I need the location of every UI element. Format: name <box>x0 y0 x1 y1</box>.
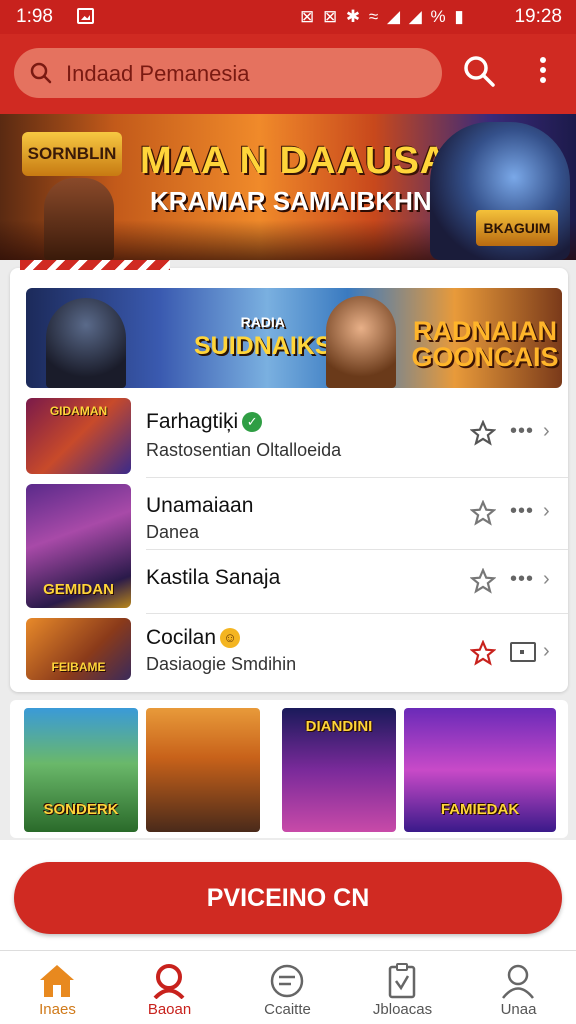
status-bar: 1:98 ⊠ ⊠ ✱ ≈ ◢ ◢ % ▮ 19:28 <box>0 0 576 34</box>
featured-banner[interactable]: RADIA SUIDNAIKS RADNAIAN GOONCAIS <box>26 288 562 388</box>
nav-label: Jbloacas <box>372 1001 433 1018</box>
list-item-subtitle: Rastosentian Oltalloeida <box>146 440 342 460</box>
more-menu-icon[interactable] <box>530 54 556 90</box>
game-tile[interactable]: SONDERK <box>24 708 138 832</box>
game-thumbnail: GIDAMAN <box>26 398 131 474</box>
header-search-icon[interactable] <box>462 54 496 88</box>
game-tile-label: FAMIEDAK <box>440 801 520 818</box>
system-status-icons: ⊠ ⊠ ✱ ≈ ◢ ◢ % ▮ <box>300 7 466 26</box>
game-tile-label: DIANDINI <box>305 718 373 735</box>
featured-card: RADIA SUIDNAIKS RADNAIAN GOONCAIS GIDAMA… <box>10 260 568 692</box>
row-divider <box>146 477 568 478</box>
banner-hero-illustration <box>326 296 396 388</box>
screen-icon[interactable] <box>510 642 536 662</box>
home-icon <box>40 965 74 997</box>
hero-subtitle: KRAMAR SAMAIBKHN <box>150 186 432 216</box>
more-options-icon[interactable]: ••• <box>510 500 534 523</box>
list-item-name: Cocilan <box>146 626 217 649</box>
banner-knight-illustration <box>46 298 126 388</box>
hero-logo: SORNBLIN <box>22 132 122 176</box>
search-input[interactable]: Indaad Pemanesia <box>66 61 249 87</box>
banner-left-title: RADIA SUIDNAIKS <box>194 310 332 360</box>
nav-item-profile[interactable]: Unaa <box>461 951 576 1024</box>
nav-label: Ccaitte <box>264 1001 311 1018</box>
status-time-right: 19:28 <box>514 6 562 27</box>
more-options-icon[interactable]: ••• <box>510 568 534 591</box>
star-icon[interactable] <box>470 420 496 446</box>
status-time-left: 1:98 <box>16 6 53 27</box>
hero-banner[interactable]: SORNBLIN MAA N DAAUSA KRAMAR SAMAIBKHN B… <box>0 114 576 260</box>
nav-item-search[interactable]: Baoan <box>112 951 227 1024</box>
list-item-name: Farhagtiķi <box>146 410 239 433</box>
list-item-subtitle: Dasiaogie Smdihin <box>146 654 297 674</box>
banner-left-subtitle: RADIA <box>240 314 285 330</box>
emoji-badge-icon: ☺ <box>220 628 241 648</box>
image-notification-icon <box>77 8 94 24</box>
hero-warrior-illustration <box>44 178 114 260</box>
search-icon <box>30 62 52 84</box>
chat-icon <box>270 964 304 998</box>
app-header: Indaad Pemanesia <box>0 34 576 114</box>
list-item[interactable]: FEIBAME Cocilan ☺ Dasiaogie Smdihin › <box>10 614 568 688</box>
nav-label: Baoan <box>147 1001 192 1018</box>
chevron-right-icon[interactable]: › <box>543 640 550 663</box>
star-icon[interactable] <box>470 640 496 666</box>
user-search-icon <box>153 964 185 999</box>
game-tile[interactable]: DIANDINI <box>282 708 396 832</box>
bottom-navigation: Inaes Baoan Ccaitte Jbloacas Unaa <box>0 950 576 1024</box>
chevron-right-icon[interactable]: › <box>543 500 550 523</box>
nav-item-chat[interactable]: Ccaitte <box>230 951 345 1024</box>
list-item[interactable]: GEMIDAN Unamaiaan Danea ••• › <box>10 480 568 608</box>
nav-label: Inaes <box>39 1001 76 1018</box>
primary-action-button[interactable]: PVICEINO CN <box>14 862 562 934</box>
game-tile[interactable] <box>146 708 260 832</box>
clipboard-icon <box>388 963 416 999</box>
chevron-right-icon[interactable]: › <box>543 420 550 443</box>
thumbnail-label: GIDAMAN <box>49 404 108 418</box>
game-tile-label: SONDERK <box>43 801 119 818</box>
list-item[interactable]: Kastila Sanaja ••• › <box>10 550 568 614</box>
list-item[interactable]: GIDAMAN Farhagtiķi ✓ Rastosentian Oltallo… <box>10 396 568 478</box>
list-item-title: Kastila Sanaja <box>146 566 281 589</box>
more-options-icon[interactable]: ••• <box>510 420 534 443</box>
nav-label: Unaa <box>500 1001 537 1018</box>
hero-title: MAA N DAAUSA <box>140 140 449 182</box>
hero-badge: BKAGUIM <box>476 210 558 246</box>
decorative-stripe <box>20 260 170 270</box>
nav-item-clipboard[interactable]: Jbloacas <box>345 951 460 1024</box>
thumbnail-label: FEIBAME <box>51 660 106 674</box>
game-thumbnail: FEIBAME <box>26 618 131 680</box>
game-grid: SONDERK DIANDINI FAMIEDAK <box>10 700 568 838</box>
list-item-title: Cocilan ☺ <box>146 626 241 650</box>
search-bar[interactable]: Indaad Pemanesia <box>14 48 442 98</box>
verified-badge-icon: ✓ <box>242 412 263 432</box>
list-item-subtitle: Danea <box>146 522 200 542</box>
list-item-title: Unamaiaan <box>146 494 254 517</box>
cta-area: PVICEINO CN <box>0 840 576 950</box>
banner-left-text: SUIDNAIKS <box>194 332 332 360</box>
banner-right-title: RADNAIAN GOONCAIS <box>411 316 559 372</box>
chevron-right-icon[interactable]: › <box>543 568 550 591</box>
profile-icon <box>502 964 534 999</box>
list-item-title: Farhagtiķi ✓ <box>146 410 263 434</box>
nav-item-home[interactable]: Inaes <box>0 951 115 1024</box>
star-icon[interactable] <box>470 500 496 526</box>
star-icon[interactable] <box>470 568 496 594</box>
game-tile[interactable]: FAMIEDAK <box>404 708 556 832</box>
